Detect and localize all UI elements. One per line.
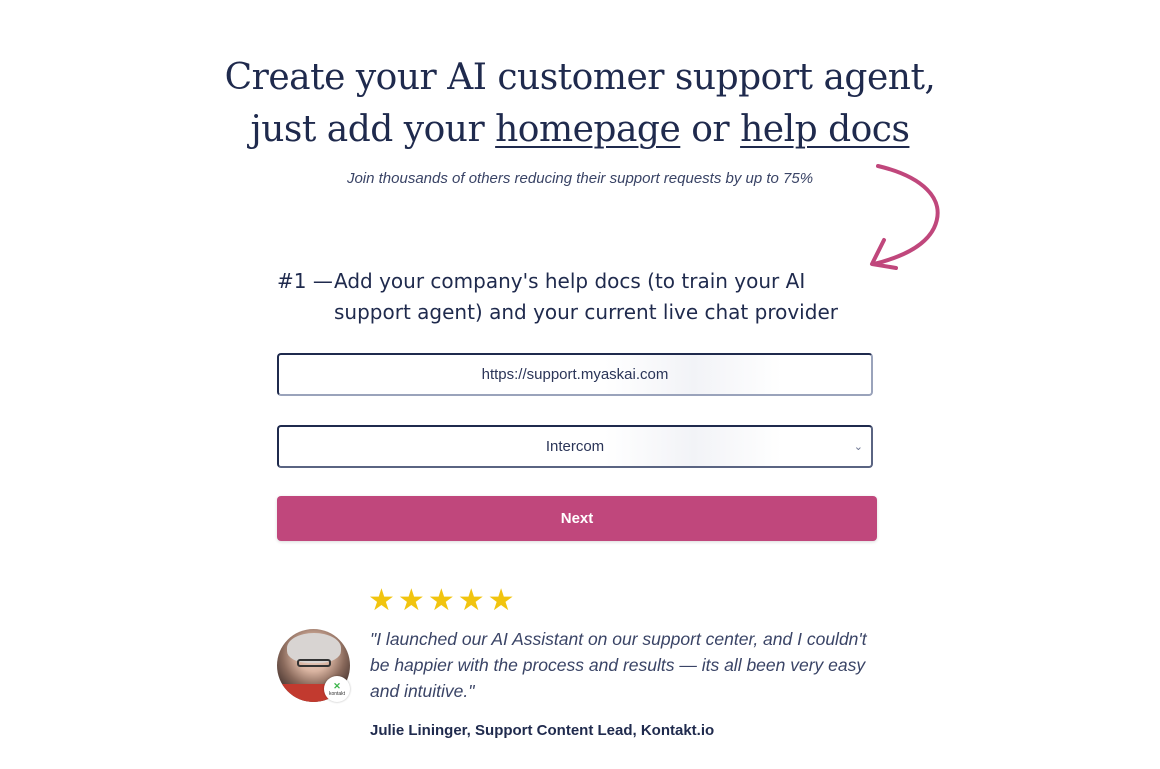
badge-text: kontakt bbox=[328, 691, 346, 697]
help-docs-url-input[interactable] bbox=[279, 365, 871, 384]
next-button[interactable]: Next bbox=[277, 496, 877, 541]
rating-stars: ★ ★ ★ ★ ★ bbox=[368, 585, 515, 617]
step-instructions: #1 — Add your company's help docs (to tr… bbox=[277, 266, 887, 328]
testimonial-author: Julie Lininger, Support Content Lead, Ko… bbox=[370, 722, 715, 739]
headline-line-2-middle: or bbox=[680, 109, 741, 150]
kontakt-logo-icon: ✕ bbox=[333, 681, 341, 691]
star-icon: ★ bbox=[368, 583, 395, 618]
star-icon: ★ bbox=[397, 583, 425, 618]
curved-arrow-icon bbox=[870, 164, 940, 270]
testimonial-quote: "I launched our AI Assistant on our supp… bbox=[370, 629, 867, 701]
step-number: #1 — bbox=[277, 269, 333, 293]
help-docs-link[interactable]: help docs bbox=[740, 109, 910, 150]
chat-provider-select[interactable]: Intercom ⌄ bbox=[277, 425, 873, 468]
help-docs-url-field[interactable] bbox=[277, 353, 873, 396]
company-logo-badge: ✕ kontakt bbox=[324, 676, 350, 702]
star-icon: ★ bbox=[427, 583, 455, 618]
step-text: Add your company's help docs (to train y… bbox=[334, 269, 838, 324]
headline-line-2-prefix: just add your bbox=[250, 109, 496, 150]
star-icon: ★ bbox=[487, 583, 515, 618]
signup-page: Create your AI customer support agent, j… bbox=[0, 0, 1160, 769]
homepage-link[interactable]: homepage bbox=[495, 109, 681, 150]
hero-subtitle: Join thousands of others reducing their … bbox=[346, 170, 814, 187]
chat-provider-selected-value: Intercom bbox=[545, 438, 605, 455]
headline-line-1: Create your AI customer support agent, bbox=[224, 57, 936, 98]
chevron-down-icon: ⌄ bbox=[853, 441, 863, 453]
star-icon: ★ bbox=[457, 583, 485, 618]
hero-headline: Create your AI customer support agent, j… bbox=[0, 52, 1160, 156]
